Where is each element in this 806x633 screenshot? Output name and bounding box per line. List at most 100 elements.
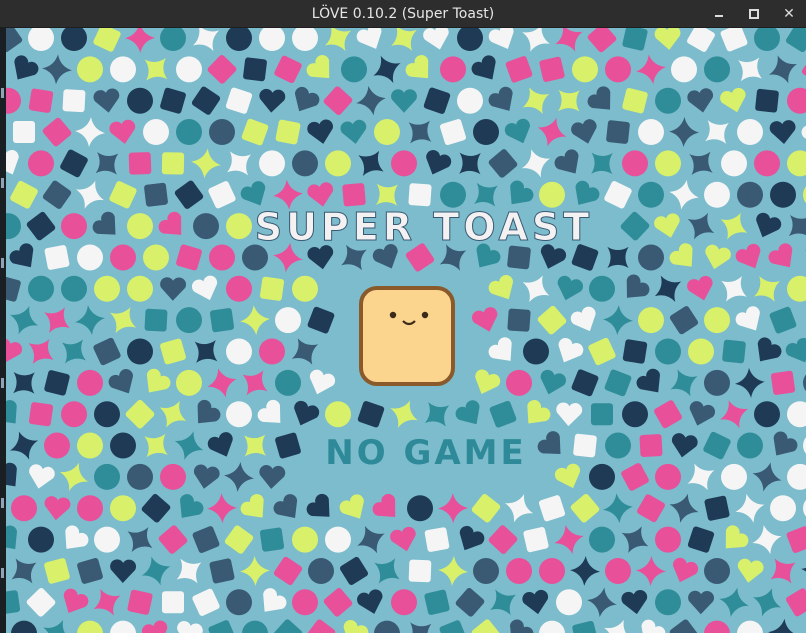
pattern-square — [573, 433, 597, 458]
title-bar[interactable]: LÖVE 0.10.2 (Super Toast) ✕ — [0, 0, 806, 28]
pattern-circle — [704, 181, 730, 208]
minimize-icon — [715, 15, 723, 17]
pattern-circle — [457, 87, 483, 114]
pattern-circle — [94, 526, 120, 553]
pattern-circle — [638, 181, 664, 208]
pattern-circle — [28, 275, 54, 302]
pattern-circle — [226, 589, 252, 616]
pattern-circle — [176, 56, 202, 83]
pattern-circle — [94, 401, 120, 428]
pattern-circle — [589, 463, 615, 490]
close-button[interactable]: ✕ — [779, 4, 799, 24]
pattern-circle — [704, 307, 730, 334]
pattern-circle — [688, 338, 714, 365]
window-title: LÖVE 0.10.2 (Super Toast) — [311, 6, 495, 22]
pattern-circle — [539, 557, 565, 584]
love-window: LÖVE 0.10.2 (Super Toast) ✕ SUPER TOAST … — [0, 0, 806, 633]
pattern-square — [591, 403, 613, 426]
pattern-square — [162, 591, 184, 614]
pattern-square — [342, 183, 366, 207]
pattern-circle — [556, 589, 582, 616]
pattern-square — [259, 276, 285, 301]
pattern-circle — [589, 526, 615, 553]
pattern-square — [243, 57, 267, 82]
pattern-circle — [605, 56, 631, 83]
pattern-circle — [292, 589, 318, 616]
pattern-circle — [28, 526, 54, 553]
pattern-circle — [638, 244, 664, 271]
pattern-square — [622, 339, 648, 364]
pattern-circle — [209, 119, 235, 146]
pattern-circle — [655, 87, 681, 114]
pattern-circle — [325, 401, 351, 428]
pattern-circle — [622, 401, 648, 428]
pattern-circle — [292, 526, 318, 553]
pattern-circle — [655, 463, 681, 490]
game-canvas[interactable]: SUPER TOAST NO GAME — [6, 28, 806, 633]
pattern-square — [408, 559, 432, 583]
pattern-circle — [325, 526, 351, 553]
pattern-square — [259, 527, 285, 552]
pattern-circle — [127, 463, 153, 490]
no-game-screen: SUPER TOAST NO GAME — [6, 28, 806, 633]
pattern-circle — [226, 213, 252, 240]
pattern-circle — [754, 401, 780, 428]
pattern-circle — [61, 401, 87, 428]
pattern-circle — [754, 150, 780, 177]
pattern-circle — [77, 495, 103, 522]
pattern-circle — [770, 181, 796, 208]
pattern-circle — [143, 119, 169, 146]
pattern-circle — [143, 244, 169, 271]
pattern-circle — [638, 119, 664, 146]
pattern-square — [209, 558, 235, 584]
pattern-circle — [721, 463, 747, 490]
pattern-square — [128, 152, 152, 175]
pattern-square — [44, 245, 70, 270]
pattern-circle — [127, 87, 153, 114]
pattern-circle — [308, 557, 334, 584]
pattern-circle — [110, 432, 136, 459]
pattern-square — [28, 402, 54, 427]
pattern-circle — [655, 150, 681, 177]
pattern-circle — [440, 56, 466, 83]
pattern-square — [275, 119, 301, 145]
pattern-circle — [655, 338, 681, 365]
pattern-circle — [77, 244, 103, 271]
pattern-circle — [226, 338, 252, 365]
pattern-circle — [176, 307, 202, 334]
pattern-circle — [77, 432, 103, 459]
pattern-square — [13, 121, 35, 144]
pattern-circle — [127, 213, 153, 240]
pattern-circle — [94, 275, 120, 302]
pattern-circle — [523, 338, 549, 365]
pattern-circle — [176, 369, 202, 396]
pattern-circle — [391, 589, 417, 616]
pattern-circle — [589, 275, 615, 302]
pattern-circle — [473, 119, 499, 146]
pattern-square — [144, 308, 168, 332]
pattern-circle — [94, 463, 120, 490]
pattern-circle — [275, 369, 301, 396]
pattern-circle — [655, 526, 681, 553]
pattern-circle — [704, 369, 730, 396]
toast-mascot-icon — [359, 286, 455, 386]
pattern-circle — [622, 150, 648, 177]
pattern-circle — [226, 401, 252, 428]
pattern-circle — [77, 56, 103, 83]
pattern-circle — [539, 181, 565, 208]
pattern-circle — [61, 275, 87, 302]
minimize-button[interactable] — [709, 4, 729, 24]
pattern-circle — [737, 181, 763, 208]
pattern-circle — [506, 369, 532, 396]
pattern-circle — [160, 463, 186, 490]
maximize-button[interactable] — [744, 4, 764, 24]
pattern-circle — [770, 495, 796, 522]
pattern-circle — [721, 150, 747, 177]
pattern-square — [424, 527, 450, 552]
pattern-circle — [440, 181, 466, 208]
pattern-square — [755, 88, 779, 113]
pattern-circle — [391, 150, 417, 177]
pattern-circle — [209, 244, 235, 271]
pattern-square — [161, 152, 185, 175]
pattern-square — [507, 308, 531, 332]
